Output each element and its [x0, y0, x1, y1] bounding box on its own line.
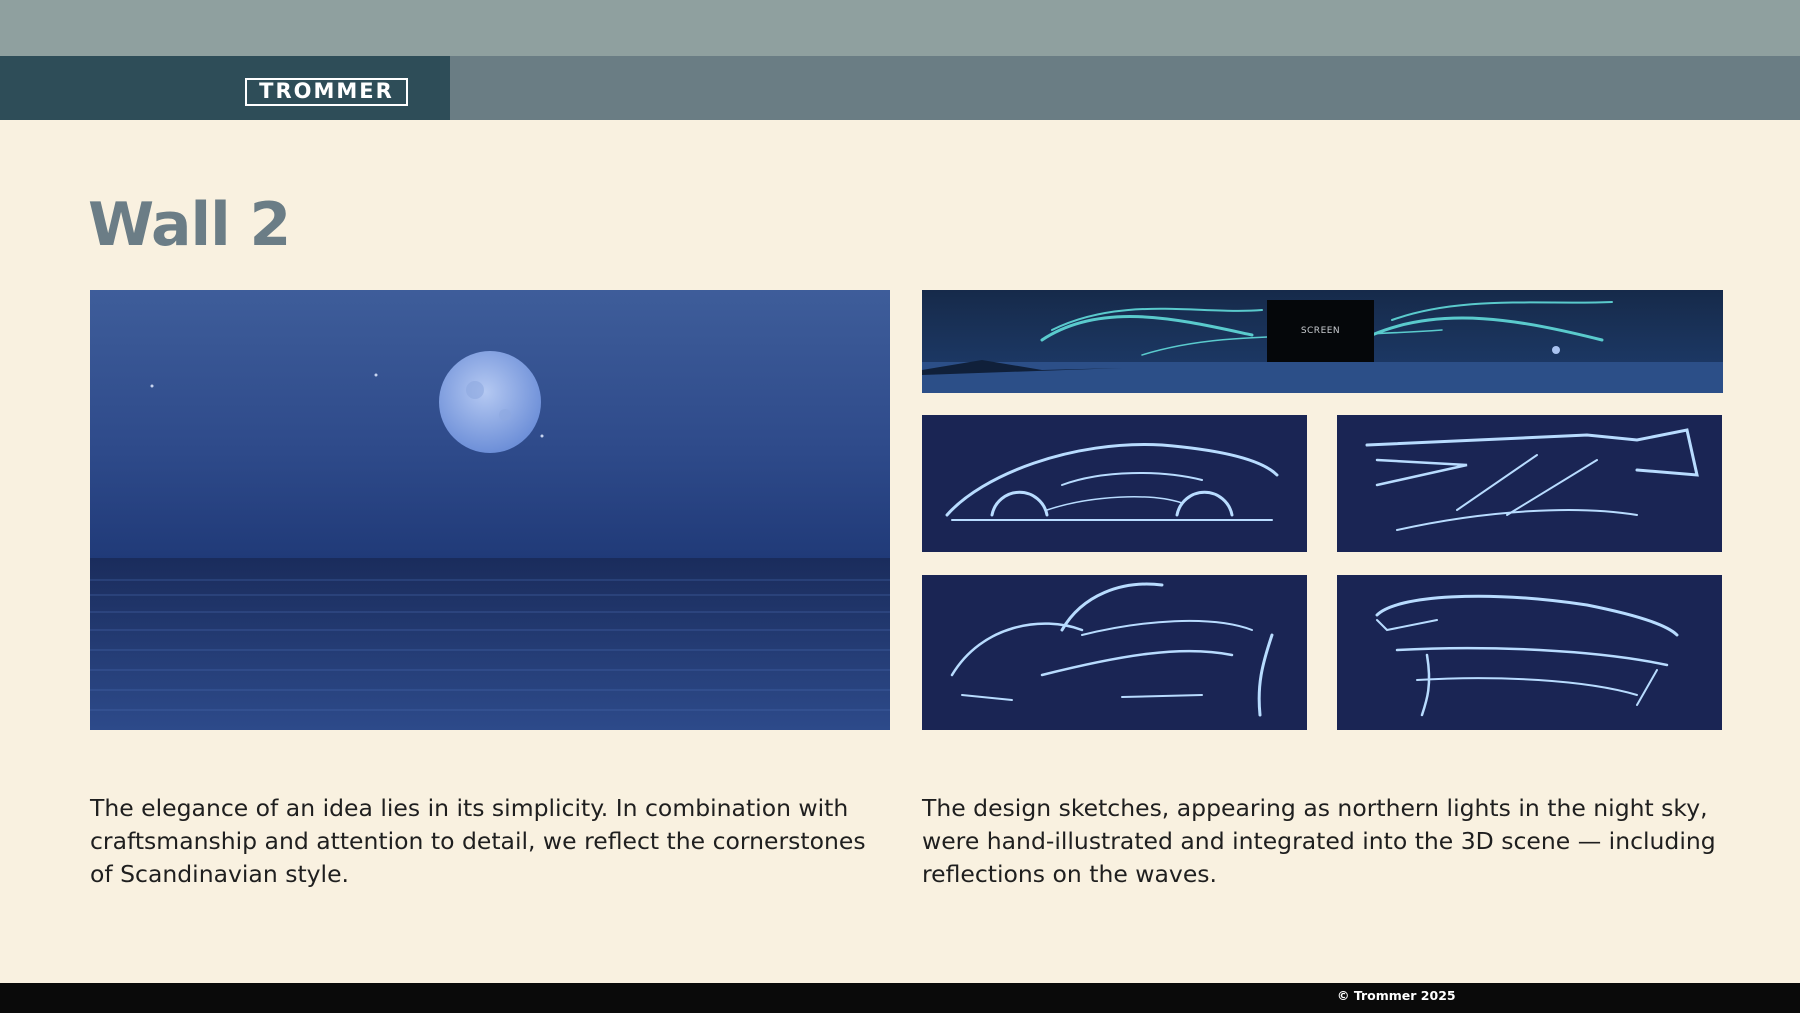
copyright-text: © Trommer 2025 — [1337, 988, 1456, 1003]
screen-placeholder: SCREEN — [1267, 300, 1374, 362]
aurora-panorama: SCREEN — [922, 290, 1723, 393]
car-sketch-top — [1337, 415, 1722, 552]
moon-sea-image — [90, 290, 890, 730]
top-strip — [0, 0, 1800, 56]
car-sketch-rear — [1337, 575, 1722, 730]
car-sketch-side — [922, 415, 1307, 552]
footer-bar — [0, 983, 1800, 1013]
description-left: The elegance of an idea lies in its simp… — [90, 794, 866, 888]
trommer-logo[interactable]: TROMMER — [245, 78, 408, 106]
description-right: The design sketches, appearing as northe… — [922, 794, 1716, 888]
page-title: Wall 2 — [88, 190, 291, 260]
car-sketch-front — [922, 575, 1307, 730]
